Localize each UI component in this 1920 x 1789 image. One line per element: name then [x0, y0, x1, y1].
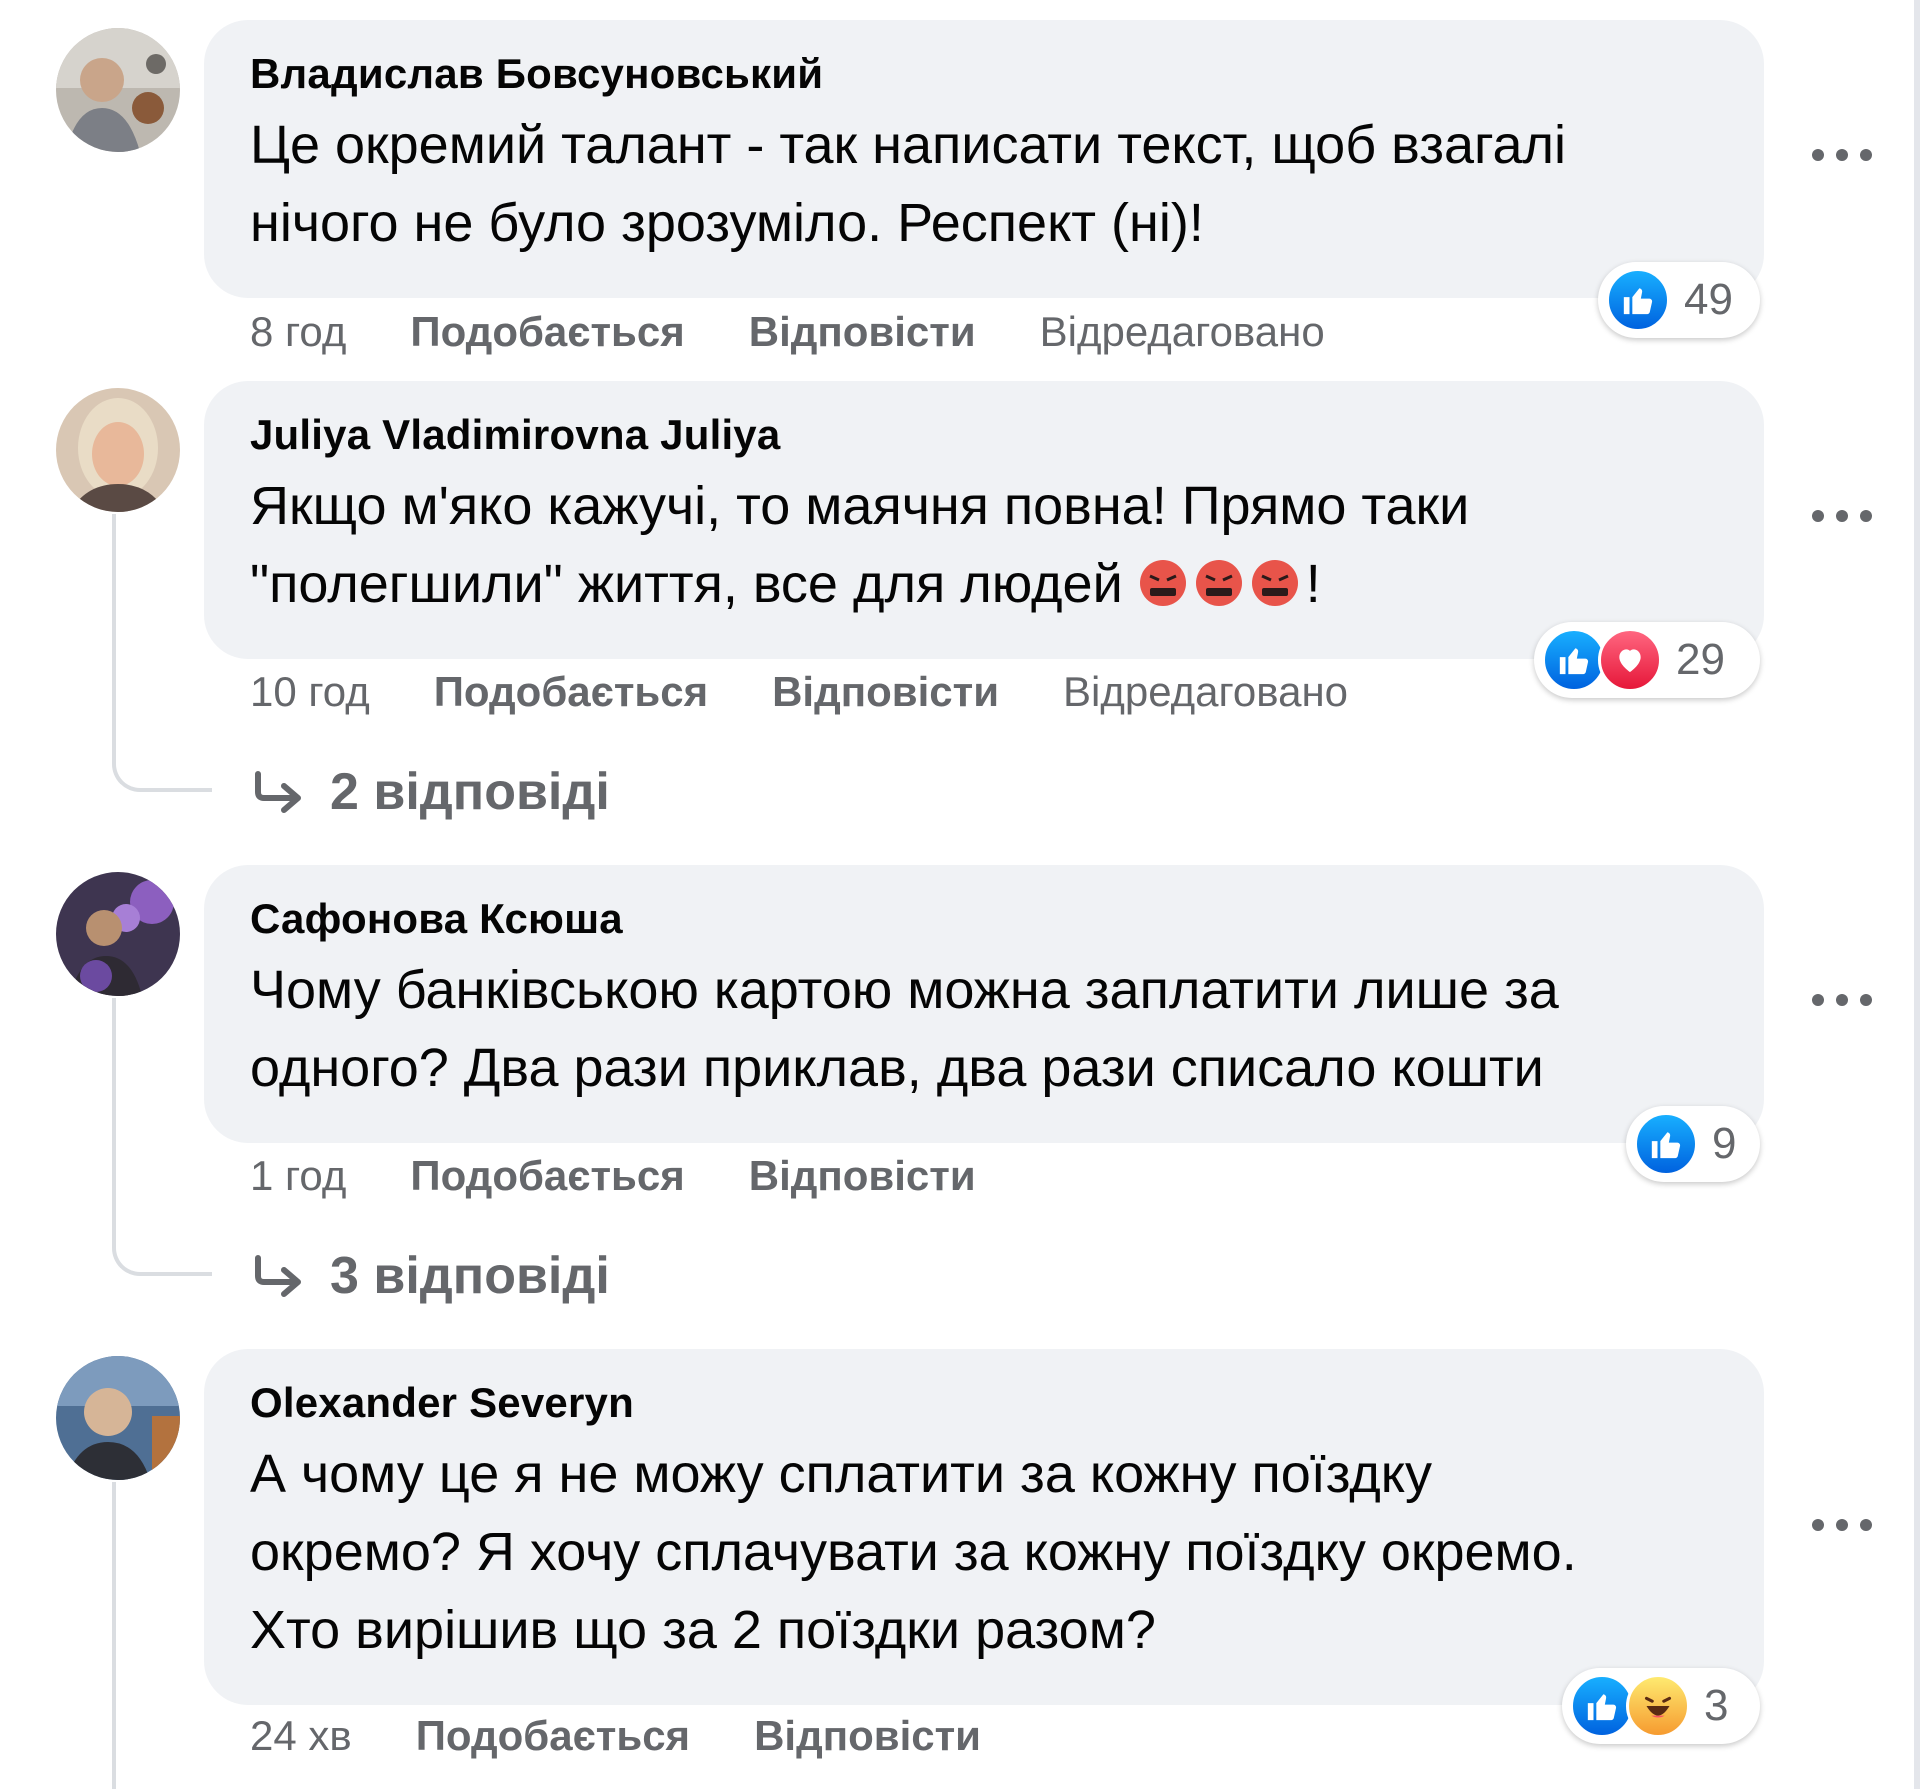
- view-replies-button[interactable]: 3 відповіді: [250, 1246, 610, 1306]
- view-replies-button[interactable]: 2 відповіді: [250, 762, 610, 822]
- replies-count-label[interactable]: 2 відповіді: [330, 762, 610, 822]
- like-button[interactable]: Подобається: [410, 308, 684, 356]
- avatar[interactable]: [56, 872, 180, 996]
- reaction-count: 3: [1704, 1681, 1729, 1730]
- haha-reaction-icon: [1626, 1674, 1690, 1738]
- avatar[interactable]: [56, 388, 180, 512]
- reaction-count: 49: [1684, 275, 1733, 324]
- comment-text: Чому банківською картою можна заплатити …: [250, 960, 1559, 1098]
- comment-timestamp[interactable]: 10 год: [250, 668, 370, 716]
- more-options-icon[interactable]: [1812, 990, 1872, 1010]
- reaction-count: 29: [1676, 635, 1725, 684]
- like-button[interactable]: Подобається: [434, 668, 708, 716]
- comment-text-end: !: [1305, 554, 1321, 614]
- edited-label[interactable]: Відредаговано: [1063, 668, 1348, 716]
- like-button[interactable]: Подобається: [410, 1152, 684, 1200]
- reaction-summary[interactable]: 3: [1562, 1668, 1760, 1744]
- comment-author[interactable]: Владислав Бовсуновський: [250, 50, 1718, 98]
- reaction-summary[interactable]: 29: [1534, 622, 1760, 698]
- comment-bubble: Сафонова Ксюша Чому банківською картою м…: [204, 865, 1764, 1143]
- reply-button[interactable]: Відповісти: [749, 308, 976, 356]
- comment-author[interactable]: Olexander Severyn: [250, 1379, 1718, 1427]
- thread-connector: [112, 514, 212, 792]
- comment-author[interactable]: Juliya Vladimirovna Juliya: [250, 411, 1718, 459]
- comment-bubble: Olexander Severyn А чому це я не можу сп…: [204, 1349, 1764, 1705]
- like-reaction-icon: [1634, 1112, 1698, 1176]
- comment-timestamp[interactable]: 24 хв: [250, 1712, 352, 1760]
- replies-count-label[interactable]: 3 відповіді: [330, 1246, 610, 1306]
- comment-bubble: Владислав Бовсуновський Це окремий талан…: [204, 20, 1764, 298]
- reply-arrow-icon: [250, 1254, 306, 1298]
- comment-author[interactable]: Сафонова Ксюша: [250, 895, 1718, 943]
- like-reaction-icon: [1542, 628, 1606, 692]
- reaction-summary[interactable]: 9: [1626, 1106, 1760, 1182]
- reply-button[interactable]: Відповісти: [772, 668, 999, 716]
- avatar[interactable]: [56, 28, 180, 152]
- more-options-icon[interactable]: [1812, 506, 1872, 526]
- reply-button[interactable]: Відповісти: [749, 1152, 976, 1200]
- reply-button[interactable]: Відповісти: [754, 1712, 981, 1760]
- like-reaction-icon: [1570, 1674, 1634, 1738]
- reaction-count: 9: [1712, 1119, 1737, 1168]
- comment-timestamp[interactable]: 8 год: [250, 308, 346, 356]
- comment-text: А чому це я не можу сплатити за кожну по…: [250, 1444, 1577, 1660]
- like-reaction-icon: [1606, 268, 1670, 332]
- reaction-summary[interactable]: 49: [1598, 262, 1760, 338]
- more-options-icon[interactable]: [1812, 145, 1872, 165]
- like-button[interactable]: Подобається: [416, 1712, 690, 1760]
- comment-text: Якщо м'яко кажучі, то маячня повна! Прям…: [250, 467, 1718, 623]
- comment-bubble: Juliya Vladimirovna Juliya Якщо м'яко ка…: [204, 381, 1764, 659]
- angry-face-emoji: [1195, 560, 1242, 606]
- comment-actions: 24 хв Подобається Відповісти: [250, 1712, 1045, 1760]
- angry-face-emoji: [1251, 560, 1298, 606]
- thread-connector: [112, 998, 212, 1276]
- thread-connector: [112, 1482, 212, 1789]
- scrollbar-track[interactable]: [1914, 0, 1920, 1789]
- reply-arrow-icon: [250, 770, 306, 814]
- love-reaction-icon: [1598, 628, 1662, 692]
- comment-actions: 1 год Подобається Відповісти: [250, 1152, 1040, 1200]
- avatar[interactable]: [56, 1356, 180, 1480]
- angry-face-emoji: [1139, 560, 1186, 606]
- comment-actions: 8 год Подобається Відповісти Відредагова…: [250, 308, 1325, 356]
- comment-actions: 10 год Подобається Відповісти Відредагов…: [250, 668, 1348, 716]
- comment-text: Це окремий талант - так написати текст, …: [250, 115, 1567, 253]
- more-options-icon[interactable]: [1812, 1515, 1872, 1535]
- comment-timestamp[interactable]: 1 год: [250, 1152, 346, 1200]
- edited-label[interactable]: Відредаговано: [1040, 308, 1325, 356]
